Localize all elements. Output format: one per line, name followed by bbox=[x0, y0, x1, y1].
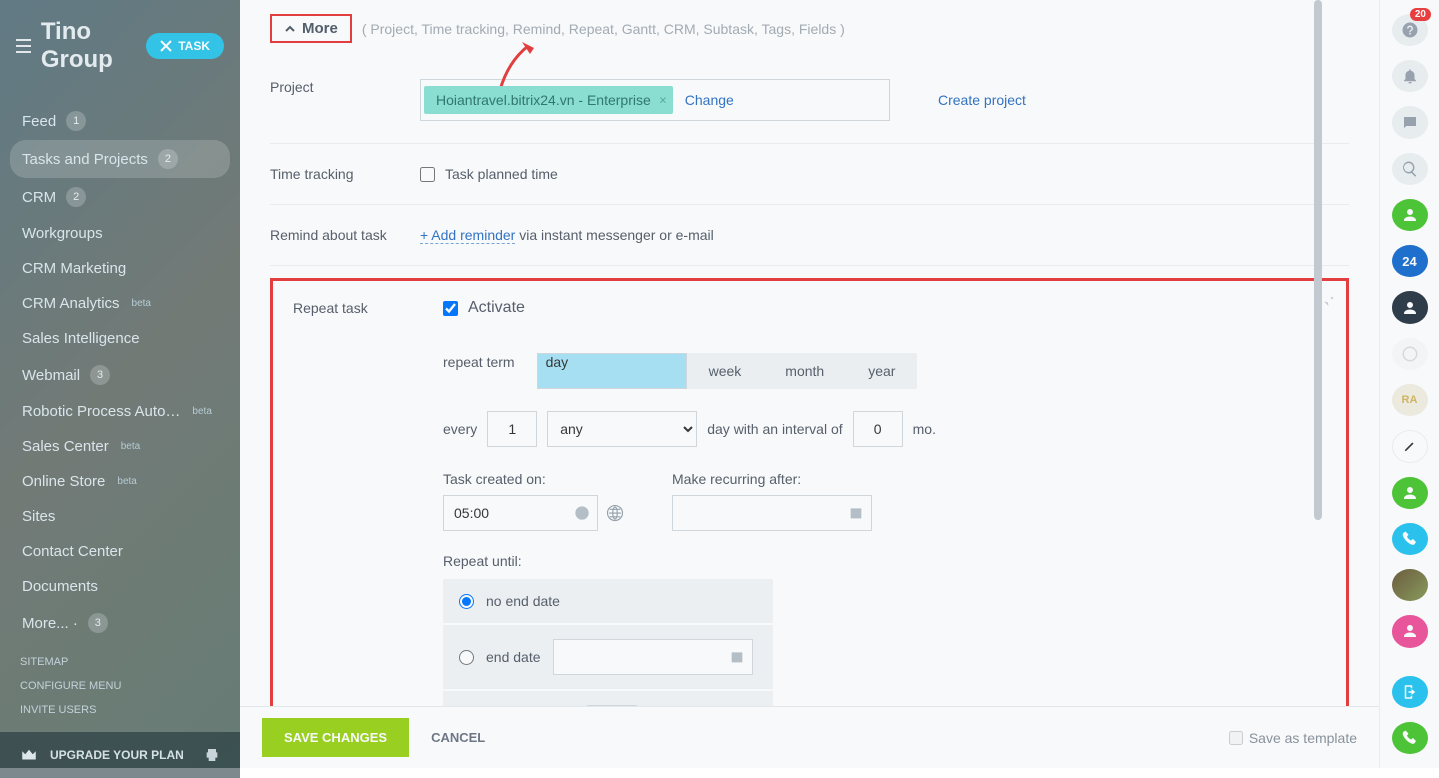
cancel-button[interactable]: CANCEL bbox=[431, 730, 485, 745]
sidebar-item[interactable]: Sales Centerbeta bbox=[0, 429, 240, 464]
rav-icon[interactable]: RA bbox=[1392, 384, 1428, 416]
project-change-link[interactable]: Change bbox=[685, 92, 734, 108]
sidebar-item[interactable]: Workgroups bbox=[0, 216, 240, 251]
printer-icon[interactable] bbox=[204, 747, 220, 763]
repeat-term-option[interactable]: day bbox=[537, 353, 687, 389]
sidebar-nav: Feed1Tasks and Projects2CRM2WorkgroupsCR… bbox=[0, 102, 240, 642]
save-changes-button[interactable]: SAVE CHANGES bbox=[262, 718, 409, 757]
globe-icon[interactable] bbox=[606, 504, 624, 522]
project-label: Project bbox=[270, 79, 420, 95]
user-dark-icon[interactable] bbox=[1392, 291, 1428, 323]
more-breadcrumbs: ( Project, Time tracking, Remind, Repeat… bbox=[362, 21, 845, 37]
hamburger-icon[interactable] bbox=[16, 39, 31, 53]
create-project-link[interactable]: Create project bbox=[938, 92, 1026, 108]
sidebar-item[interactable]: Webmail3 bbox=[0, 356, 240, 394]
task-created-on-label: Task created on: bbox=[443, 471, 624, 487]
task-planned-time-checkbox[interactable] bbox=[420, 167, 435, 182]
avatar-icon[interactable] bbox=[1392, 569, 1428, 601]
make-recurring-after-input[interactable] bbox=[672, 495, 872, 531]
upgrade-plan[interactable]: UPGRADE YOUR PLAN bbox=[0, 732, 240, 778]
repeat-term-option[interactable]: year bbox=[846, 353, 917, 389]
phone-green-icon[interactable] bbox=[1392, 722, 1428, 754]
calendar-icon bbox=[729, 649, 745, 665]
sidebar-item[interactable]: More... ·3 bbox=[0, 604, 240, 642]
repeat-task-label: Repeat task bbox=[293, 300, 443, 316]
crown-icon bbox=[20, 746, 38, 764]
brand-title: Tino Group bbox=[41, 18, 136, 74]
calendar-icon bbox=[848, 505, 864, 521]
project-tag-remove[interactable]: × bbox=[659, 93, 667, 108]
more-toggle[interactable]: More bbox=[270, 14, 352, 43]
network-icon[interactable] bbox=[1392, 338, 1428, 370]
sidebar-item[interactable]: CRM Analyticsbeta bbox=[0, 286, 240, 321]
repeat-every-input[interactable] bbox=[487, 411, 537, 447]
repeat-interval-input[interactable] bbox=[853, 411, 903, 447]
sidebar-configure[interactable]: CONFIGURE MENU bbox=[20, 674, 220, 698]
export-icon[interactable] bbox=[1392, 676, 1428, 708]
sidebar-item[interactable]: Tasks and Projects2 bbox=[10, 140, 230, 178]
add-reminder-link[interactable]: + Add reminder bbox=[420, 227, 515, 244]
repeat-term-option[interactable]: week bbox=[687, 353, 764, 389]
footer-bar: SAVE CHANGES CANCEL Save as template bbox=[240, 706, 1379, 768]
phone-cyan-icon[interactable] bbox=[1392, 523, 1428, 555]
right-rail: 20 24 RA bbox=[1379, 0, 1439, 768]
project-tag: Hoiantravel.bitrix24.vn - Enterprise × bbox=[424, 86, 673, 114]
clock-icon bbox=[574, 505, 590, 521]
scrollbar[interactable] bbox=[1314, 0, 1322, 520]
chat-icon[interactable] bbox=[1392, 106, 1428, 138]
repeat-term-label: repeat term bbox=[443, 354, 537, 370]
main-panel: More ( Project, Time tracking, Remind, R… bbox=[240, 0, 1379, 768]
sidebar-item[interactable]: Robotic Process Auto…beta bbox=[0, 394, 240, 429]
bell-icon[interactable] bbox=[1392, 60, 1428, 92]
project-input[interactable]: Hoiantravel.bitrix24.vn - Enterprise × C… bbox=[420, 79, 890, 121]
remind-label: Remind about task bbox=[270, 227, 420, 243]
notification-count-badge: 20 bbox=[1410, 8, 1431, 21]
repeat-end-date-input[interactable] bbox=[553, 639, 753, 675]
sidebar-item[interactable]: Feed1 bbox=[0, 102, 240, 140]
sidebar: Tino Group TASK Feed1Tasks and Projects2… bbox=[0, 0, 240, 768]
sidebar-item[interactable]: Sales Intelligence bbox=[0, 321, 240, 356]
sidebar-item[interactable]: Online Storebeta bbox=[0, 464, 240, 499]
sidebar-item[interactable]: Contact Center bbox=[0, 534, 240, 569]
user-green-2-icon[interactable] bbox=[1392, 477, 1428, 509]
repeat-day-select[interactable]: any bbox=[547, 411, 697, 447]
repeat-until-label: Repeat until: bbox=[443, 553, 1326, 569]
sidebar-item[interactable]: Sites bbox=[0, 499, 240, 534]
user-green-icon[interactable] bbox=[1392, 199, 1428, 231]
repeat-task-block: Repeat task Activate repeat term dayweek… bbox=[270, 278, 1349, 706]
sidebar-invite[interactable]: INVITE USERS bbox=[20, 698, 220, 722]
repeat-until-no-end-radio[interactable] bbox=[459, 594, 474, 609]
make-recurring-after-label: Make recurring after: bbox=[672, 471, 872, 487]
repeat-iterations-input[interactable] bbox=[587, 705, 637, 706]
chevron-up-icon bbox=[284, 23, 296, 35]
search-icon[interactable] bbox=[1392, 153, 1428, 185]
time-tracking-label: Time tracking bbox=[270, 166, 420, 182]
user-pink-icon[interactable] bbox=[1392, 615, 1428, 647]
sidebar-item[interactable]: Documents bbox=[0, 569, 240, 604]
sidebar-item[interactable]: CRM Marketing bbox=[0, 251, 240, 286]
repeat-term-option[interactable]: month bbox=[763, 353, 846, 389]
repeat-term-segmented: dayweekmonthyear bbox=[537, 353, 918, 389]
pen-icon[interactable] bbox=[1392, 430, 1428, 462]
b24-icon[interactable]: 24 bbox=[1392, 245, 1428, 277]
sidebar-item[interactable]: CRM2 bbox=[0, 178, 240, 216]
repeat-until-end-date-radio[interactable] bbox=[459, 650, 474, 665]
repeat-activate-checkbox[interactable] bbox=[443, 301, 458, 316]
save-as-template-checkbox[interactable] bbox=[1229, 731, 1243, 745]
task-button[interactable]: TASK bbox=[146, 33, 224, 59]
sidebar-sitemap[interactable]: SITEMAP bbox=[20, 650, 220, 674]
